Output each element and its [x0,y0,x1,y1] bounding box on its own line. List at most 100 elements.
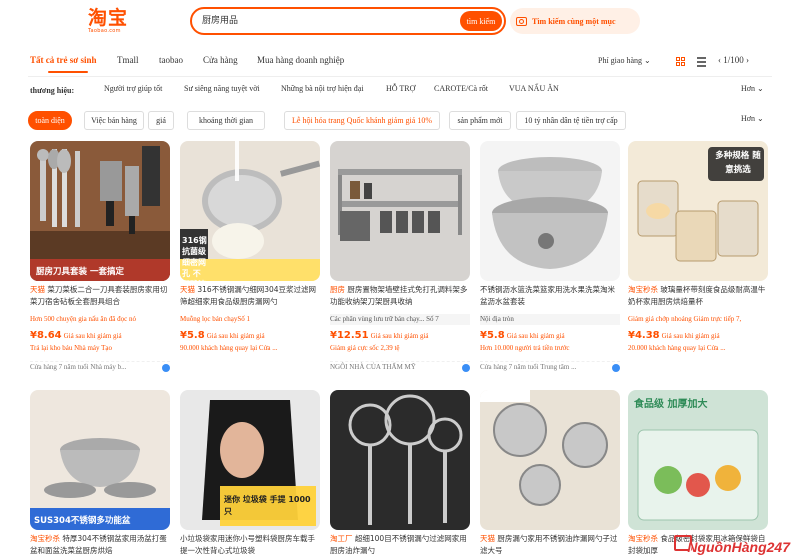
product-note: Muỗng lọc bán chạySố 1 [180,315,250,323]
price-value: ¥4.38 [628,330,660,341]
filter-price[interactable]: giá [148,111,174,130]
store-info[interactable]: Cửa hàng 7 năm tuổi Trung tâm ... [480,361,620,373]
taobao-logo[interactable]: 淘宝 Taobao.com [88,8,136,38]
product-note: Giảm giá chớp nhoáng Giảm trực tiếp 7, [628,315,742,323]
brand-item[interactable]: Sư siêng năng tuyệt vời [184,84,260,93]
product-note: Nội địa tròn [480,314,620,325]
product-title[interactable]: 天猫 316不锈钢漏勺细网304豆浆过滤网筛超细家用食品级厨房漏网勺 [180,284,320,308]
product-note: Hơn 500 chuyện gia nấu ăn đã đọc nó [30,315,136,323]
store-text: NGÔI NHÀ CỦA THẨM MỸ [330,363,416,371]
product-image[interactable]: 多种规格 随意挑选 [628,141,768,281]
product-title[interactable]: 厨房 厨房置物架墙壁挂式免打孔调料架多功能收纳架刀架厨具收纳 [330,284,470,308]
brand-item[interactable]: CAROTE/Cà rốt [434,84,488,93]
product-image[interactable] [480,390,620,530]
product-image[interactable]: 316钢 抗菌级 细密网孔 不留残渣 [180,141,320,281]
product-image[interactable] [330,141,470,281]
brand-item[interactable]: VUA NẤU ĂN [509,84,559,93]
sort-label: Phí giao hàng [598,56,642,65]
product-price: ¥4.38 Giá sau khi giảm giá [628,330,720,341]
store-info[interactable]: Cửa hàng 7 năm tuổi Nhà máy b... [30,361,170,373]
price-label: Giá sau khi giảm giá [506,332,565,340]
price-value: ¥5.8 [180,330,205,341]
product-title[interactable]: 天猫 厨房漏勺家用不锈钢油炸漏网勺子过滤大号 [480,533,620,557]
store-text: Cửa hàng 7 năm tuổi Nhà máy b... [30,363,127,371]
filter-sales[interactable]: Việc bán hàng [84,111,144,130]
brand-item[interactable]: Người trợ giúp tốt [104,84,162,93]
chevron-down-icon: ⌄ [644,56,651,65]
store-info[interactable]: NGÔI NHÀ CỦA THẨM MỸ [330,361,470,373]
image-overlay-text: 316钢 抗菌级 细密网孔 不留残渣 [182,236,207,281]
tab-stores[interactable]: Cửa hàng [203,55,238,65]
product-title[interactable]: 淘工厂 超细100目不锈钢漏勺过滤网家用厨房油炸漏勺 [330,533,470,557]
price-label: Giá sau khi giảm giá [206,332,265,340]
filter-promotion[interactable]: Lễ hội hóa trang Quốc khánh giảm giá 10% [284,111,440,130]
grid-view-icon[interactable] [676,57,685,66]
tab-all[interactable]: Tất cả trẻ sơ sinh [30,55,96,65]
filter-more-button[interactable]: Hơn ⌄ [741,114,764,123]
search-button[interactable]: tìm kiếm [460,11,502,31]
watermark: NguồnHàng247 [687,539,790,555]
tab-taobao[interactable]: taobao [159,55,183,65]
tab-business[interactable]: Mua hàng doanh nghiệp [257,55,344,65]
product-tag: 淘宝秒杀 [628,534,658,543]
product-subinfo: Trả lại kho báu Nhà máy Tạo [30,344,113,352]
product-price: ¥5.8 Giá sau khi giảm giá [480,330,565,341]
brand-item[interactable]: Những bà nội trợ hiện đại [281,84,364,93]
price-value: ¥8.64 [30,330,62,341]
product-title-text: 不锈钢沥水篮洗菜篮家用洗水果洗菜淘米盆沥水盆套装 [480,285,615,306]
product-tag: 淘宝秒杀 [30,534,60,543]
image-overlay-text: 厨房刀具套装 一套搞定 [36,267,124,277]
price-value: ¥12.51 [330,330,369,341]
product-price: ¥12.51 Giá sau khi giảm giá [330,330,429,341]
product-subinfo: 90.000 khách hàng quay lại Cửa ... [180,344,278,352]
search-bar: tìm kiếm [190,7,506,35]
store-text: Cửa hàng 7 năm tuổi Trung tâm ... [480,363,577,371]
store-link-icon[interactable] [162,364,170,372]
product-image[interactable]: SUS304不锈钢多功能盆 [30,390,170,530]
filter-time-range[interactable]: khoảng thời gian [187,111,265,130]
product-title-text: 菜刀菜板二合一刀具套装厨房家用切菜刀宿舍砧板全套厨具组合 [30,285,168,306]
product-price: ¥5.8 Giá sau khi giảm giá [180,330,265,341]
logo-text: 淘宝 [88,7,129,29]
tab-tmall[interactable]: Tmall [117,55,139,65]
filter-subsidy[interactable]: 10 tỷ nhân dân tệ tiền trợ cấp [516,111,626,130]
list-view-icon[interactable] [697,57,706,67]
product-title[interactable]: 淘宝秒杀 玻璃量杯带刻度食品级耐高温牛奶杯家用厨房烘焙量杯 [628,284,768,308]
product-subinfo: Hơn 10.000 người trả tiền trước [480,344,570,352]
store-link-icon[interactable] [612,364,620,372]
product-subinfo: Giảm giá cực sốc 2,39 tệ [330,344,400,352]
product-title[interactable]: 天猫 菜刀菜板二合一刀具套装厨房家用切菜刀宿舍砧板全套厨具组合 [30,284,170,308]
sort-dropdown[interactable]: Phí giao hàng ⌄ [598,56,651,65]
filter-new-products[interactable]: sản phẩm mới [449,111,511,130]
image-overlay-text: 迷你 垃圾袋 手提 1000只 [224,495,311,516]
product-title[interactable]: 淘宝秒杀 特厚304不锈钢盆家用汤盆打蛋盆和面盆洗菜盆厨房烘焙 [30,533,170,557]
product-image[interactable]: 厨房刀具套装 一套搞定 [30,141,170,281]
image-search-button[interactable]: Tìm kiếm cùng một mục [510,8,640,34]
store-link-icon[interactable] [462,364,470,372]
product-subinfo: 20.000 khách hàng quay lại Cửa ... [628,344,726,352]
price-value: ¥5.8 [480,330,505,341]
price-label: Giá sau khi giảm giá [370,332,429,340]
product-title[interactable]: 小垃圾袋家用迷你小号塑料袋厨房车载手提一次性背心式垃圾袋 [180,533,320,557]
product-image[interactable] [480,141,620,281]
product-title-text: 厨房置物架墙壁挂式免打孔调料架多功能收纳架刀架厨具收纳 [330,285,468,306]
product-image[interactable]: 食品级 加厚加大 [628,390,768,530]
product-title-text: 小垃圾袋家用迷你小号塑料袋厨房车载手提一次性背心式垃圾袋 [180,534,315,555]
product-tag: 天猫 [30,285,45,294]
product-image[interactable]: 迷你 垃圾袋 手提 1000只 [180,390,320,530]
image-overlay-text: 食品级 加厚加大 [634,399,708,410]
product-title-text: 316不锈钢漏勺细网304豆浆过滤网筛超细家用食品级厨房漏网勺 [180,285,317,306]
search-input[interactable] [202,14,432,24]
product-tag: 天猫 [180,285,195,294]
filter-comprehensive[interactable]: toàn diện [28,111,72,130]
product-note: Các phân vùng lưu trữ bán chạy... Số 7 [330,314,470,325]
product-title[interactable]: 不锈钢沥水篮洗菜篮家用洗水果洗菜淘米盆沥水盆套装 [480,284,620,308]
product-image[interactable] [330,390,470,530]
brand-item[interactable]: HỖ TRỢ [386,84,415,93]
camera-icon [516,16,527,26]
product-tag: 淘宝秒杀 [628,285,658,294]
product-tag: 厨房 [330,285,345,294]
pagination[interactable]: ‹ 1/100 › [718,55,749,65]
brand-more-button[interactable]: Hơn ⌄ [741,84,764,93]
image-overlay-text: 多种规格 随意挑选 [715,151,761,175]
